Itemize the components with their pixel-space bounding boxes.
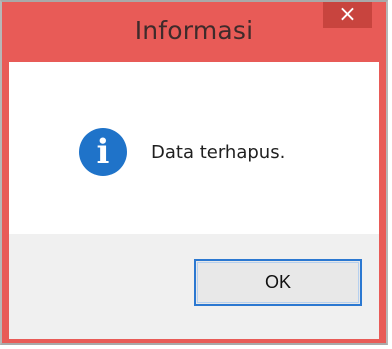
ok-button[interactable]: OK bbox=[194, 259, 362, 306]
close-icon: × bbox=[338, 2, 357, 27]
message-text: Data terhapus. bbox=[151, 142, 286, 163]
title-bar[interactable]: Informasi × bbox=[2, 2, 386, 62]
message-area: i Data terhapus. bbox=[9, 62, 379, 234]
button-area: OK bbox=[9, 234, 379, 339]
info-icon: i bbox=[79, 128, 127, 176]
dialog-window: Informasi × i Data terhapus. OK bbox=[0, 0, 388, 345]
close-button[interactable]: × bbox=[323, 2, 372, 28]
dialog-body: i Data terhapus. OK bbox=[9, 62, 379, 339]
